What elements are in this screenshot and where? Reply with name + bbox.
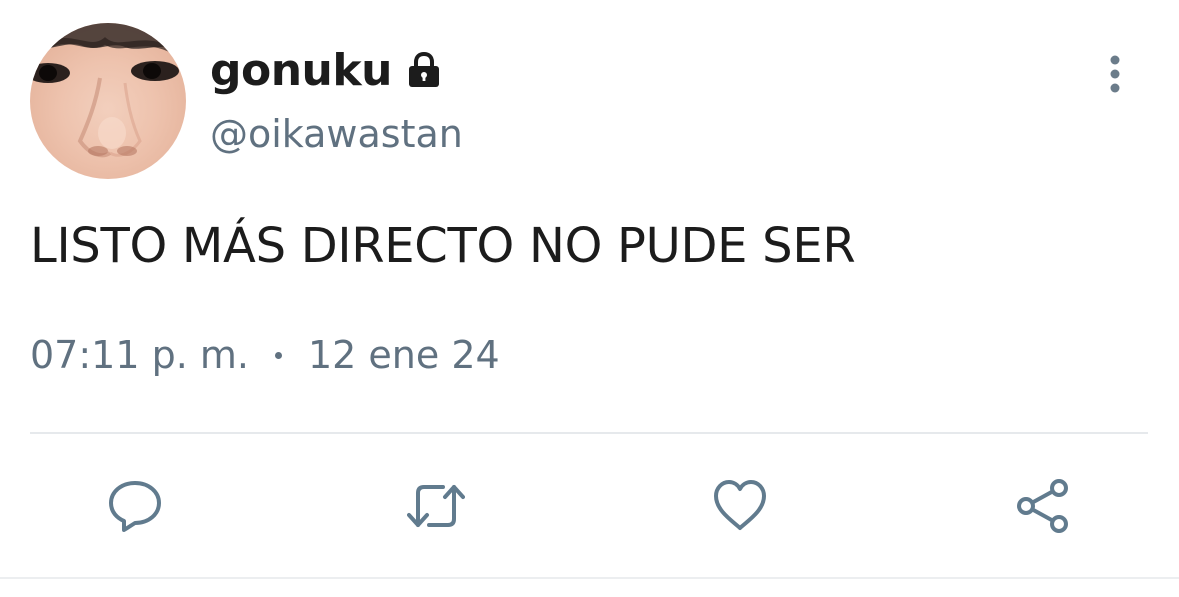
divider xyxy=(30,432,1148,434)
like-button[interactable] xyxy=(710,476,770,536)
display-name-row: gonuku xyxy=(210,40,444,100)
tweet-timestamp[interactable]: 07:11 p. m. 12 ene 24 xyxy=(30,333,500,377)
heart-icon xyxy=(714,480,766,530)
bottom-divider xyxy=(0,577,1179,579)
more-options-button[interactable] xyxy=(1095,52,1135,100)
retweet-button[interactable] xyxy=(406,476,466,536)
tweet-date: 12 ene 24 xyxy=(307,333,500,377)
share-button[interactable] xyxy=(1013,476,1073,536)
avatar-image xyxy=(30,23,186,158)
lock-icon xyxy=(404,50,444,90)
user-handle[interactable]: @oikawastan xyxy=(210,112,463,156)
avatar[interactable] xyxy=(30,23,186,179)
tweet-card: gonuku @oikawastan LISTO MÁS DIRECTO NO … xyxy=(0,0,1179,597)
display-name[interactable]: gonuku xyxy=(210,45,392,96)
retweet-icon xyxy=(407,485,465,527)
more-vertical-icon xyxy=(1110,55,1120,93)
reply-button[interactable] xyxy=(105,476,165,536)
comment-icon xyxy=(109,481,161,532)
tweet-text: LISTO MÁS DIRECTO NO PUDE SER xyxy=(30,218,856,274)
share-icon xyxy=(1017,479,1068,533)
tweet-time: 07:11 p. m. xyxy=(30,333,249,377)
separator-dot xyxy=(274,351,282,359)
